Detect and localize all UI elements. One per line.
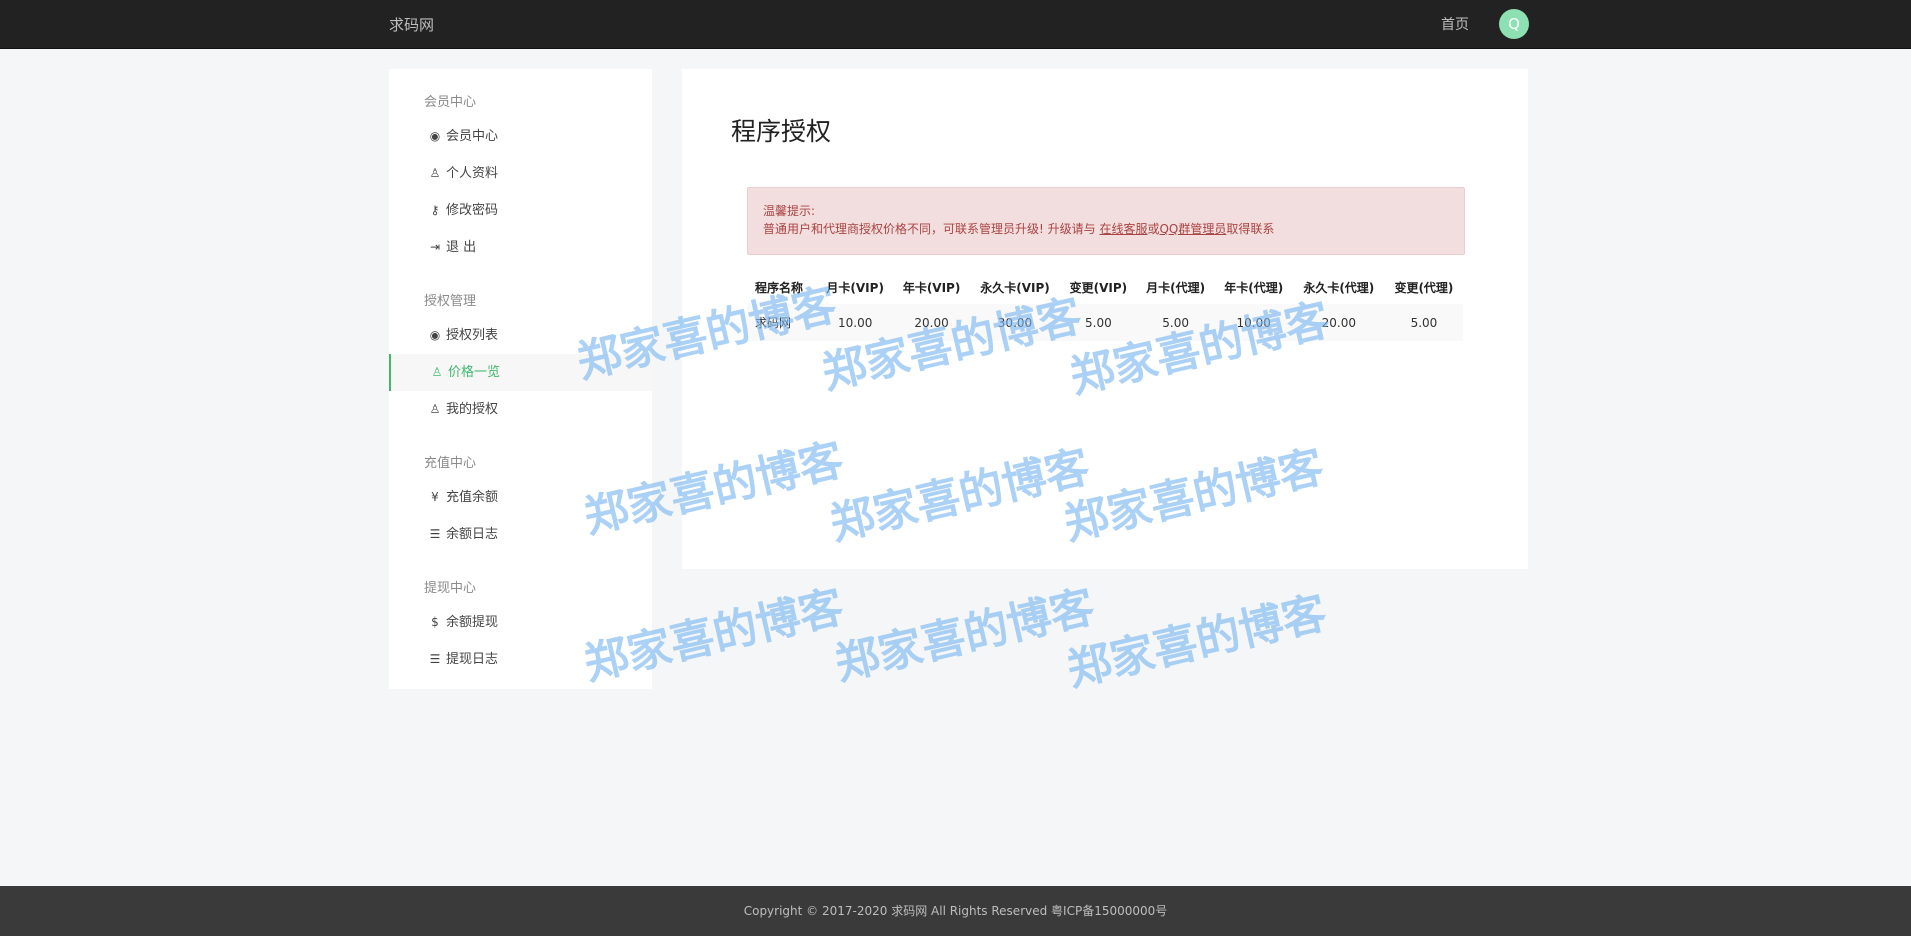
sidebar-item-label: 我的授权 (446, 402, 499, 417)
alert-text-mid: 或 (1147, 222, 1160, 236)
main-panel: 程序授权 温馨提示: 普通用户和代理商授权价格不同，可联系管理员升级! 升级请与… (682, 69, 1528, 569)
user-avatar[interactable]: Q (1499, 9, 1529, 39)
sidebar-item-label: 充值余额 (446, 490, 499, 505)
user-icon: ♙ (429, 166, 441, 180)
sidebar-group-title: 提现中心 (424, 581, 477, 596)
user-circle-icon: ◉ (429, 129, 441, 143)
user-circle-icon: ◉ (429, 328, 441, 342)
sidebar-item-label: 授权列表 (446, 328, 499, 343)
column-header: 永久卡(VIP) (980, 280, 1050, 295)
sidebar-item-profile[interactable]: ♙ 个人资料 (389, 155, 652, 192)
sidebar-item-member-center[interactable]: ◉ 会员中心 (389, 118, 652, 155)
footer: Copyright © 2017-2020 求码网 All Rights Res… (0, 886, 1911, 936)
sidebar-item-license-list[interactable]: ◉ 授权列表 (389, 317, 652, 354)
sidebar-item-recharge[interactable]: ¥ 充值余额 (389, 479, 652, 516)
sidebar-item-label: 会员中心 (446, 129, 499, 144)
watermark: 郑家喜的博客 (1062, 587, 1332, 697)
online-support-link[interactable]: 在线客服 (1099, 222, 1147, 236)
table-cell: 求码网 (747, 304, 817, 341)
footer-copyright: Copyright © 2017-2020 求码网 All Rights Res… (743, 904, 1168, 918)
user-icon: ♙ (431, 365, 443, 379)
column-header: 程序名称 (755, 280, 804, 295)
alert-heading: 温馨提示: (763, 204, 816, 218)
page-title: 程序授权 (731, 117, 832, 146)
sign-out-icon: ⇥ (429, 240, 441, 254)
site-brand[interactable]: 求码网 (389, 14, 434, 35)
table-cell: 20.00 (1292, 304, 1385, 341)
user-icon: ♙ (429, 402, 441, 416)
alert-text-after: 取得联系 (1226, 222, 1275, 236)
sidebar-item-label: 退 出 (446, 240, 477, 255)
table-row: 求码网 10.00 20.00 30.00 5.00 5.00 10.00 20… (747, 304, 1463, 341)
sidebar-item-change-password[interactable]: ⚷ 修改密码 (389, 192, 652, 229)
sidebar-item-label: 修改密码 (446, 203, 499, 218)
table-cell: 10.00 (816, 304, 894, 341)
sidebar-item-label: 余额提现 (446, 615, 499, 630)
list-icon: ☰ (429, 527, 441, 541)
alert-text-before: 普通用户和代理商授权价格不同，可联系管理员升级! 升级请与 (763, 222, 1100, 236)
table-cell: 5.00 (1384, 304, 1463, 341)
table-cell: 20.00 (893, 304, 970, 341)
sidebar-item-price-list[interactable]: ♙ 价格一览 (389, 354, 654, 391)
sidebar-item-withdraw-log[interactable]: ☰ 提现日志 (389, 641, 652, 678)
sidebar-item-label: 个人资料 (446, 166, 499, 181)
sidebar-group-title: 授权管理 (424, 294, 477, 309)
column-header: 月卡(代理) (1146, 280, 1206, 295)
column-header: 年卡(代理) (1224, 280, 1284, 295)
sidebar-item-logout[interactable]: ⇥ 退 出 (389, 229, 652, 266)
sidebar-item-label: 余额日志 (446, 527, 499, 542)
sidebar-item-label: 价格一览 (448, 365, 501, 380)
watermark: 郑家喜的博客 (830, 581, 1100, 691)
nav-home-link[interactable]: 首页 (1441, 14, 1469, 34)
key-icon: ⚷ (430, 203, 440, 217)
column-header: 年卡(VIP) (902, 280, 961, 295)
sidebar-item-label: 提现日志 (446, 652, 499, 667)
sidebar: 会员中心 ◉ 会员中心 ♙ 个人资料 ⚷ 修改密码 ⇥ 退 出 授权管理 ◉ 授… (389, 69, 654, 689)
price-table: 程序名称 月卡(VIP) 年卡(VIP) 永久卡(VIP) 变更(VIP) 月卡… (747, 270, 1463, 341)
sidebar-item-balance-log[interactable]: ☰ 余额日志 (389, 516, 652, 553)
qq-group-admin-link[interactable]: QQ群管理员 (1159, 222, 1226, 236)
column-header: 永久卡(代理) (1303, 280, 1375, 295)
table-cell: 5.00 (1060, 304, 1137, 341)
table-header-row: 程序名称 月卡(VIP) 年卡(VIP) 永久卡(VIP) 变更(VIP) 月卡… (747, 270, 1463, 304)
list-icon: ☰ (429, 652, 441, 666)
column-header: 月卡(VIP) (826, 280, 884, 295)
sidebar-group-title: 会员中心 (424, 95, 477, 110)
sidebar-item-withdraw[interactable]: $ 余额提现 (389, 604, 652, 641)
table-cell: 30.00 (969, 304, 1061, 341)
sidebar-group-title: 充值中心 (424, 456, 477, 471)
table-cell: 5.00 (1136, 304, 1215, 341)
column-header: 变更(VIP) (1069, 280, 1128, 295)
table-cell: 10.00 (1214, 304, 1293, 341)
alert-notice: 温馨提示: 普通用户和代理商授权价格不同，可联系管理员升级! 升级请与 在线客服… (747, 187, 1465, 255)
column-header: 变更(代理) (1394, 280, 1454, 295)
alert-text: 普通用户和代理商授权价格不同，可联系管理员升级! 升级请与 在线客服或QQ群管理… (763, 220, 1274, 237)
dollar-icon: $ (431, 615, 439, 629)
top-navbar: 求码网 首页 Q (0, 0, 1911, 49)
yen-icon: ¥ (431, 490, 439, 504)
sidebar-item-my-licenses[interactable]: ♙ 我的授权 (389, 391, 652, 428)
